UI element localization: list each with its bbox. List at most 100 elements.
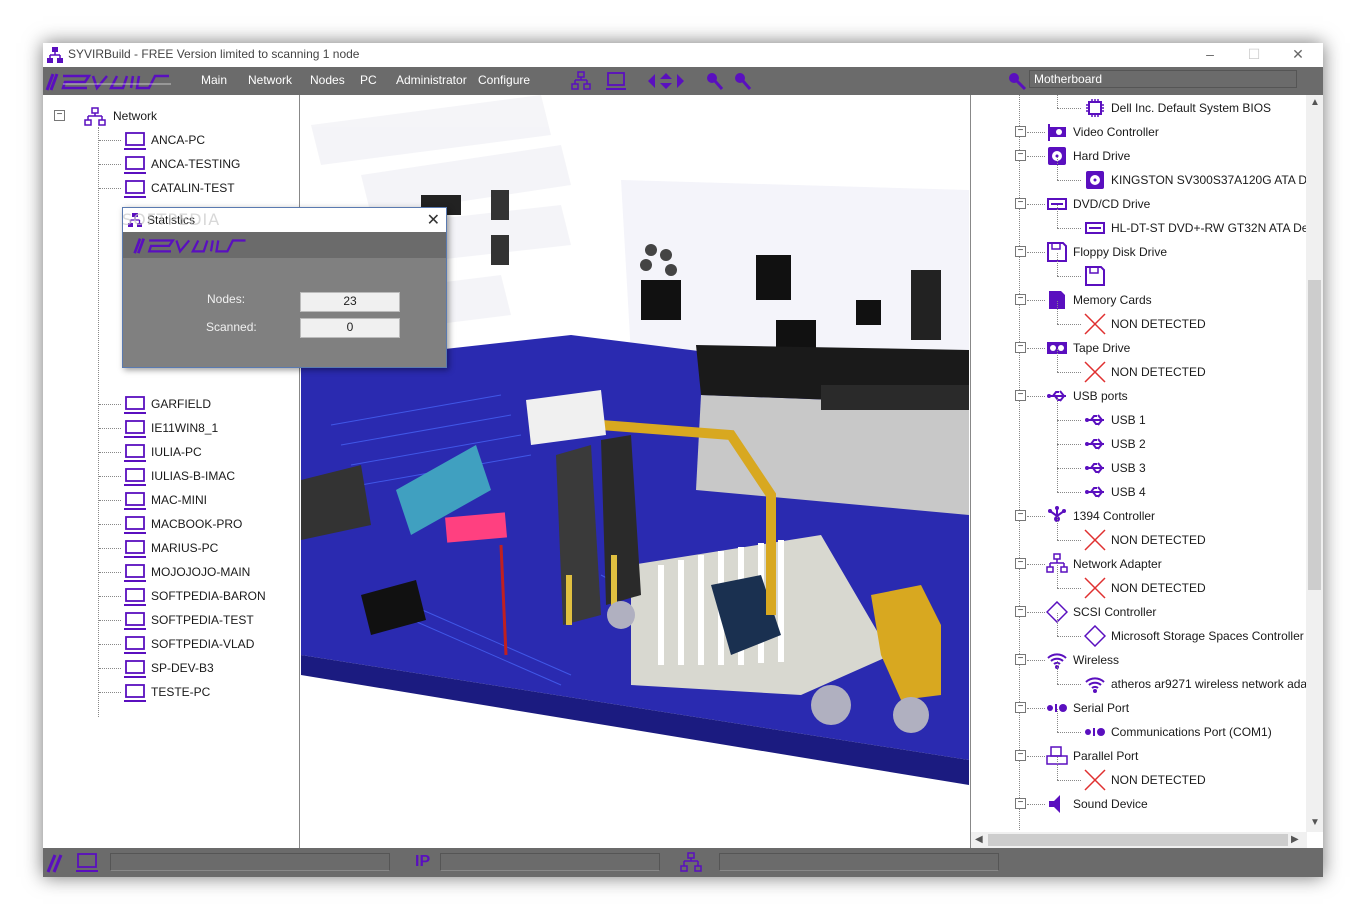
search-input[interactable]: Motherboard (1029, 70, 1297, 88)
tree-connector (99, 164, 121, 165)
serial-port-icon (1085, 728, 1105, 736)
tree-connector (1027, 204, 1045, 205)
tree-collapse-toggle[interactable]: − (54, 110, 65, 121)
dialog-close-button[interactable]: ✕ (427, 210, 440, 230)
hardware-category-label: Memory Cards (1073, 293, 1152, 307)
tree-collapse-toggle[interactable]: − (1015, 654, 1026, 665)
tree-connector (1027, 300, 1045, 301)
hardware-tree-panel: Dell Inc. Default System BIOS − Video Cont… (970, 95, 1323, 848)
monitor-icon (124, 564, 146, 582)
tree-collapse-toggle[interactable]: − (1015, 342, 1026, 353)
tree-connector (1057, 684, 1081, 685)
tree-connector (99, 692, 121, 693)
menu-nodes[interactable]: Nodes (310, 73, 345, 87)
tree-guide-line (1057, 301, 1058, 324)
network-icon (47, 47, 63, 63)
menu-main[interactable]: Main (201, 73, 227, 87)
hardware-device-label: HL-DT-ST DVD+-RW GT32N ATA Device (1111, 221, 1323, 235)
tree-connector (1057, 780, 1081, 781)
window-title: SYVIRBuild - FREE Version limited to sca… (68, 47, 360, 61)
scroll-right-icon[interactable]: ▶ (1291, 834, 1299, 845)
hardware-device-label: USB 2 (1111, 437, 1146, 451)
tree-connector (99, 428, 121, 429)
network-node-label: SOFTPEDIA-TEST (151, 613, 254, 627)
monitor-icon (124, 420, 146, 438)
tree-collapse-toggle[interactable]: − (1015, 246, 1026, 257)
monitor-icon (124, 132, 146, 150)
zoom-out-icon[interactable] (731, 70, 753, 92)
tree-guide-line (1057, 95, 1058, 108)
tree-connector (99, 500, 121, 501)
network-node-label: SOFTPEDIA-BARON (151, 589, 266, 603)
network-node-label: MOJOJOJO-MAIN (151, 565, 251, 579)
tree-root-label: Network (113, 109, 158, 123)
tree-connector (1027, 708, 1045, 709)
scroll-down-icon[interactable]: ▼ (1310, 817, 1320, 828)
tree-connector (1057, 540, 1081, 541)
search-icon[interactable] (1006, 70, 1028, 92)
dialog-logo-band (123, 232, 446, 258)
dvd-drive-icon (1085, 222, 1105, 234)
tree-collapse-toggle[interactable]: − (1015, 702, 1026, 713)
monitor-icon (124, 636, 146, 654)
zoom-in-icon[interactable] (703, 70, 725, 92)
tree-guide-line (1057, 397, 1058, 420)
network-icon (84, 107, 106, 126)
tree-collapse-toggle[interactable]: − (1015, 390, 1026, 401)
scanned-label: Scanned: (206, 320, 257, 334)
tree-collapse-toggle[interactable]: − (1015, 198, 1026, 209)
tree-connector (1027, 660, 1045, 661)
close-button[interactable]: ✕ (1275, 43, 1321, 67)
menu-pc[interactable]: PC (360, 73, 377, 87)
tree-collapse-toggle[interactable]: − (1015, 558, 1026, 569)
monitor-icon (124, 540, 146, 558)
network-icon[interactable] (570, 70, 592, 92)
tree-collapse-toggle[interactable]: − (1015, 606, 1026, 617)
hardware-device-label: Microsoft Storage Spaces Controller (1111, 629, 1304, 643)
tree-connector (99, 476, 121, 477)
tree-guide-line (1057, 205, 1058, 228)
hardware-device-label: NON DETECTED (1111, 581, 1206, 595)
minimize-button[interactable]: – (1187, 43, 1233, 67)
tree-connector (99, 140, 121, 141)
tree-collapse-toggle[interactable]: − (1015, 126, 1026, 137)
horizontal-scrollbar[interactable]: ◀ ▶ (971, 832, 1307, 848)
title-bar: SYVIRBuild - FREE Version limited to sca… (43, 43, 1323, 67)
scrollbar-thumb[interactable] (1308, 280, 1321, 590)
network-node-label: SP-DEV-B3 (151, 661, 214, 675)
tree-collapse-toggle[interactable]: − (1015, 150, 1026, 161)
tree-connector (1057, 108, 1081, 109)
network-node-label: MARIUS-PC (151, 541, 219, 555)
scroll-up-icon[interactable]: ▲ (1310, 97, 1320, 108)
status-network-field (719, 853, 999, 871)
maximize-button[interactable]: ☐ (1231, 43, 1277, 67)
tree-collapse-toggle[interactable]: − (1015, 750, 1026, 761)
hardware-category-label: Wireless (1073, 653, 1120, 667)
menu-administrator[interactable]: Administrator (396, 73, 467, 87)
speaker-icon (1049, 795, 1060, 813)
vertical-scrollbar[interactable]: ▲ ▼ (1306, 95, 1323, 832)
scanned-value-field: 0 (300, 318, 400, 338)
monitor-icon (124, 684, 146, 702)
softpedia-watermark: SOFTPEDIA (122, 210, 221, 229)
not-detected-icon (1084, 769, 1106, 791)
tree-connector (99, 596, 121, 597)
scroll-left-icon[interactable]: ◀ (975, 834, 983, 845)
usb-icon (1085, 438, 1104, 450)
scrollbar-thumb[interactable] (988, 834, 1288, 846)
tree-connector (1057, 324, 1081, 325)
tree-connector (99, 524, 121, 525)
monitor-icon[interactable] (605, 70, 627, 92)
tree-collapse-toggle[interactable]: − (1015, 510, 1026, 521)
menu-network[interactable]: Network (248, 73, 292, 87)
tree-collapse-toggle[interactable]: − (1015, 798, 1026, 809)
statistics-dialog: Statistics ✕ Nodes: 23 Scanned: 0 (122, 207, 447, 368)
navigate-arrows-icon[interactable] (646, 70, 686, 92)
tree-connector (1027, 132, 1045, 133)
video-card-icon (1048, 124, 1066, 141)
tree-connector (1027, 756, 1045, 757)
not-detected-icon (1084, 313, 1106, 335)
menu-configure[interactable]: Configure (478, 73, 530, 87)
tree-collapse-toggle[interactable]: − (1015, 294, 1026, 305)
not-detected-icon (1084, 577, 1106, 599)
